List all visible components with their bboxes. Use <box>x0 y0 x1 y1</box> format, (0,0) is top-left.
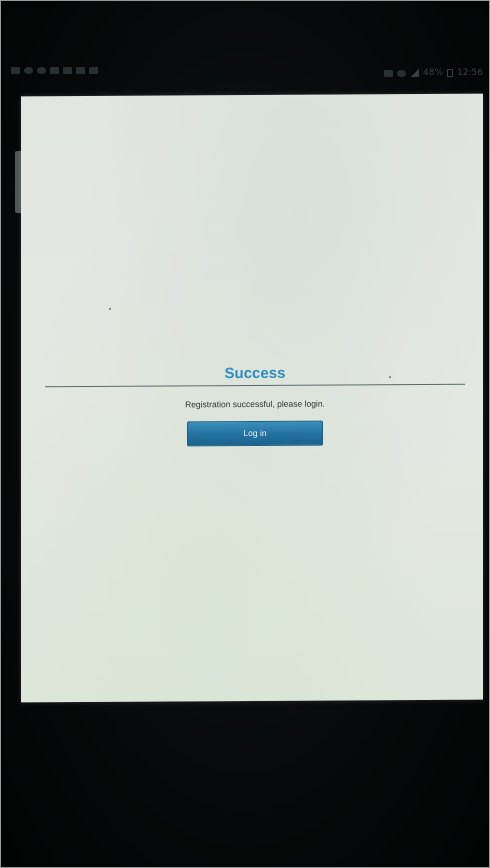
status-bar: 48% 12:56 <box>1 61 489 85</box>
login-button[interactable]: Log in <box>187 420 323 447</box>
dialog-message: Registration successful, please login. <box>185 398 325 410</box>
notification-icon <box>24 67 33 74</box>
tablet-screen: Success Registration successful, please … <box>21 93 483 703</box>
status-system-icons: 48% 12:56 <box>384 68 483 78</box>
mail-icon <box>50 67 59 74</box>
cloud-icon <box>37 67 46 74</box>
mail-icon <box>63 67 72 74</box>
dialog-divider <box>45 383 465 388</box>
screen-speck <box>109 307 111 310</box>
nfc-icon <box>384 69 394 77</box>
dialog-title: Success <box>224 364 286 383</box>
photo-frame: 48% 12:56 Success Registration successfu… <box>0 0 490 868</box>
status-notification-icons <box>11 67 98 74</box>
battery-percent: 48% <box>423 68 444 78</box>
signal-icon <box>410 69 420 77</box>
success-dialog: Success Registration successful, please … <box>45 364 465 448</box>
back-icon <box>11 67 20 74</box>
battery-icon <box>447 69 454 77</box>
wifi-icon <box>397 69 407 77</box>
clock: 12:56 <box>457 68 483 78</box>
play-icon <box>89 67 98 74</box>
mail-icon <box>76 67 85 74</box>
